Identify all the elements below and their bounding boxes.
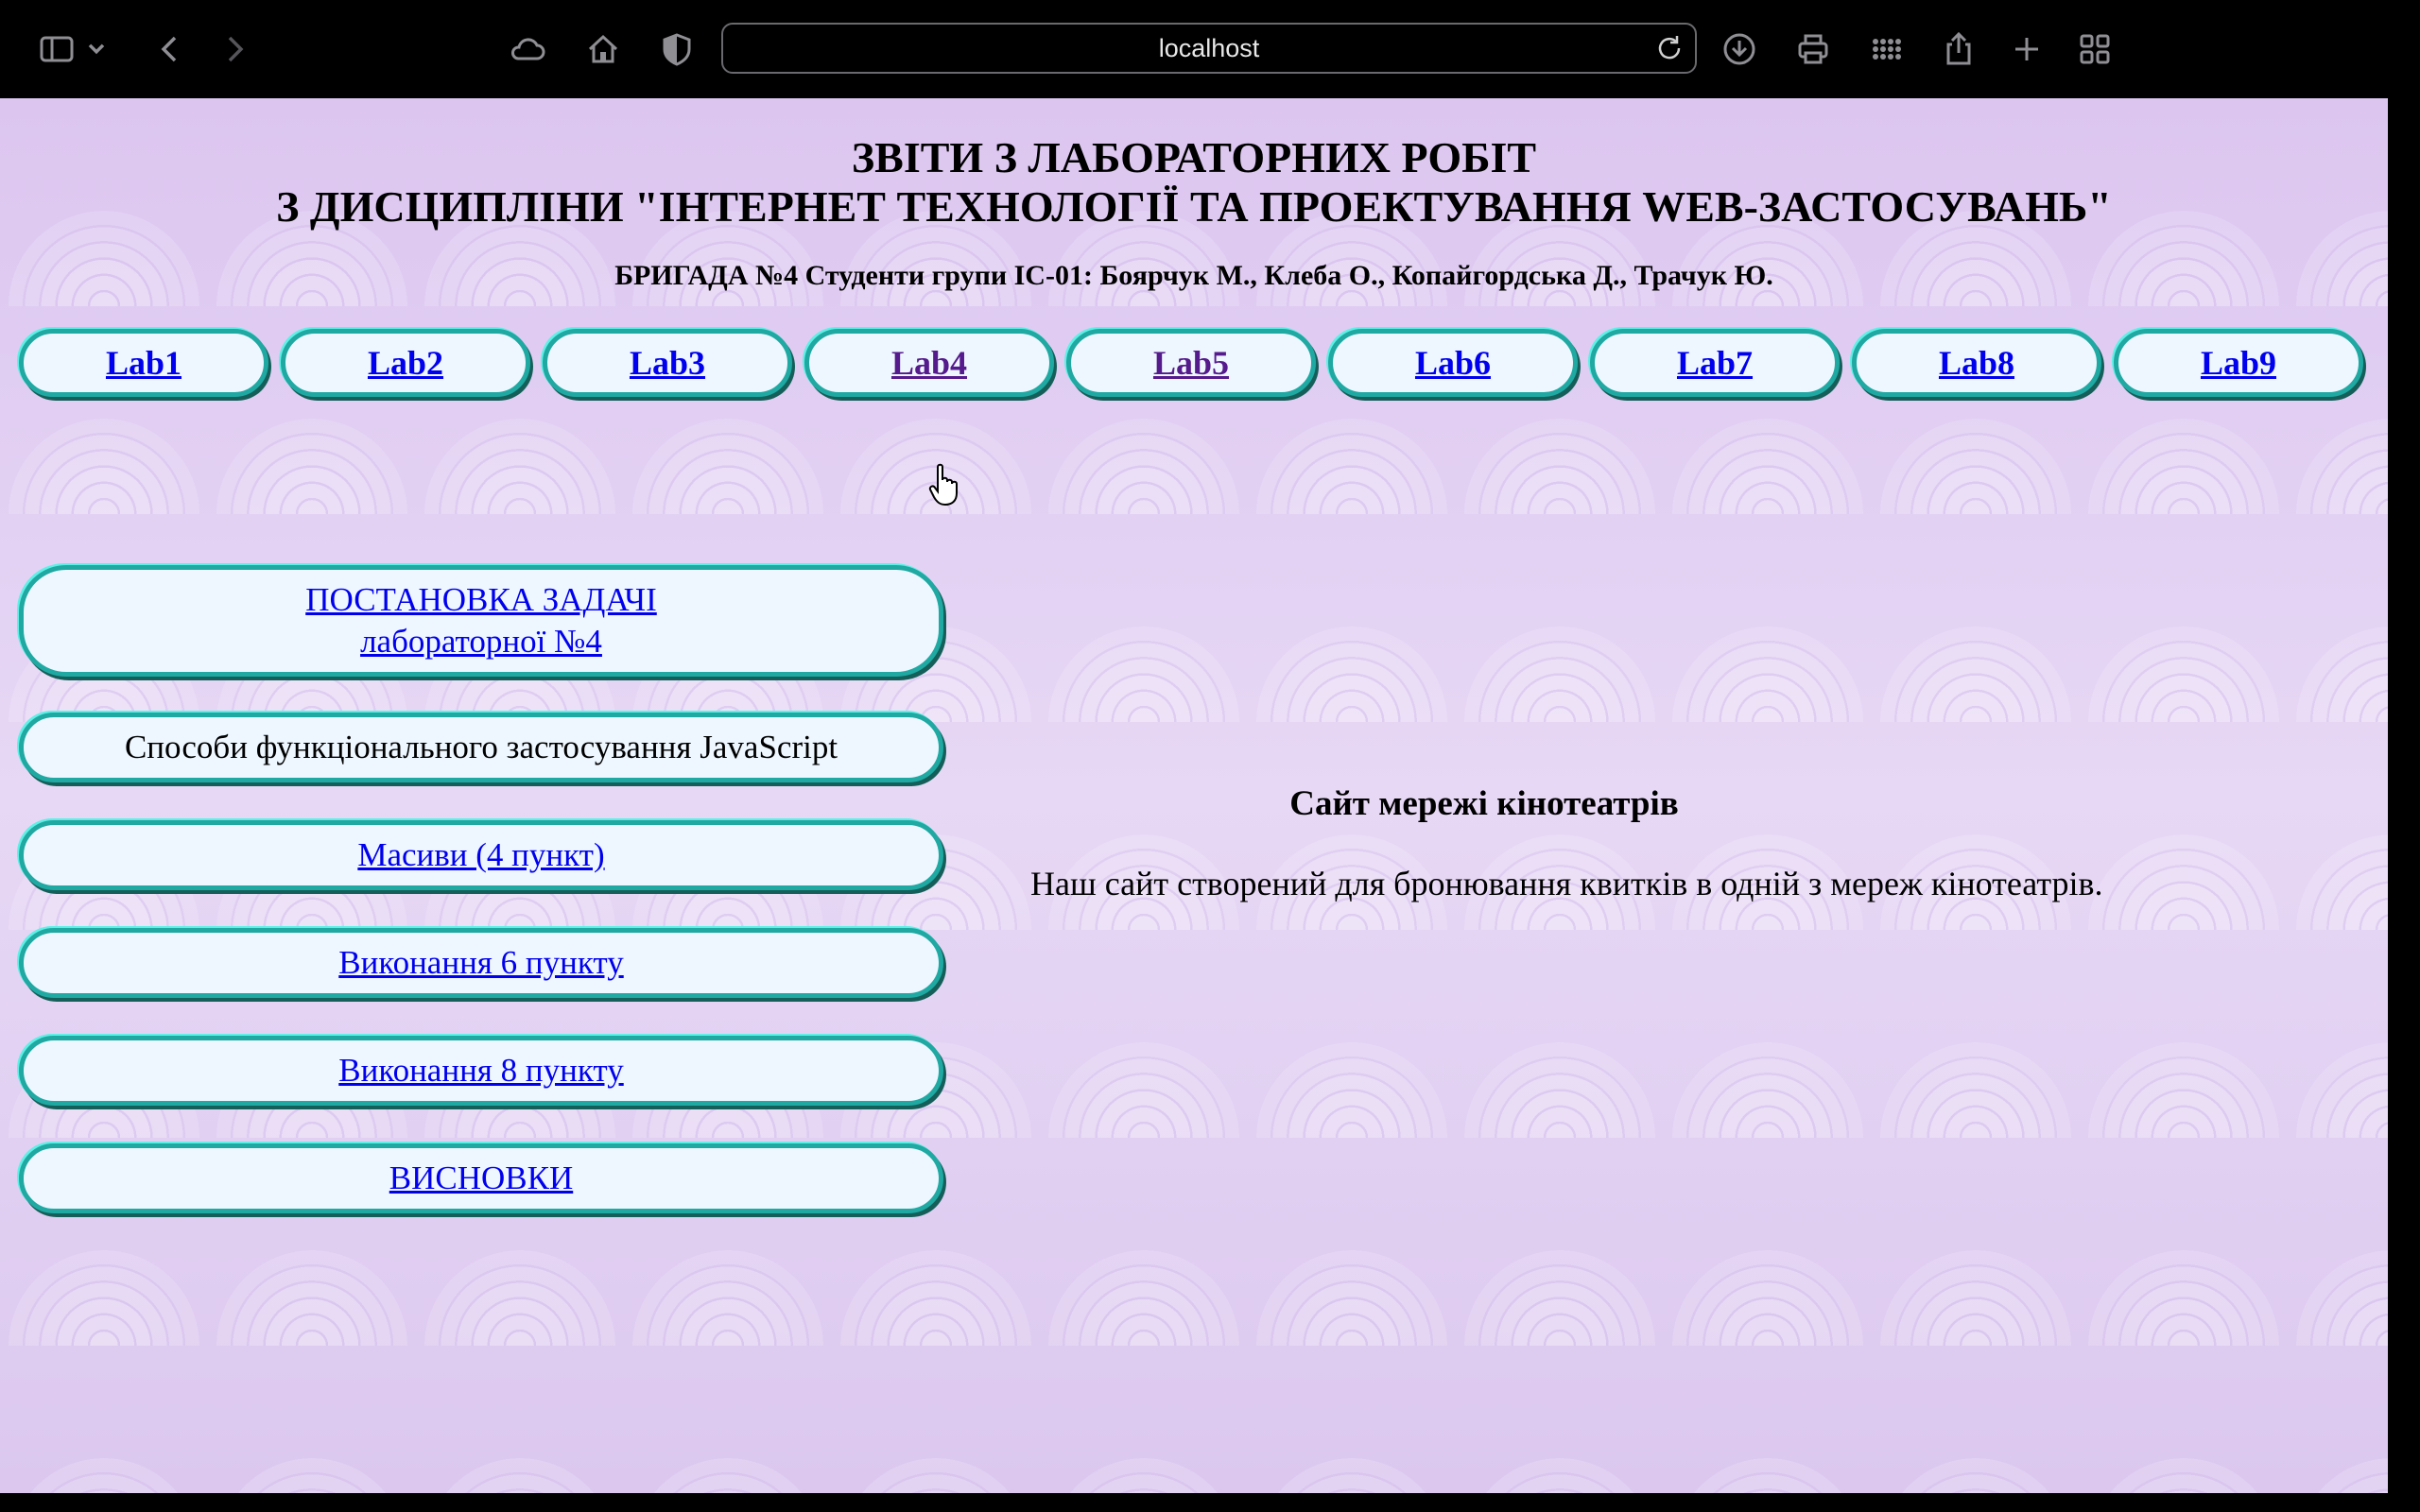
address-bar[interactable]: localhost	[721, 23, 1697, 74]
lab-link-2[interactable]: Lab2	[368, 343, 443, 383]
cloud-icon[interactable]	[505, 26, 550, 72]
forward-icon[interactable]	[212, 26, 257, 72]
lab-button-2[interactable]: Lab2	[281, 329, 530, 397]
reload-icon[interactable]	[1653, 32, 1685, 64]
content-text: Наш сайт створений для бронювання квиткі…	[1030, 865, 2103, 902]
web-page: ЗВІТИ З ЛАБОРАТОРНИХ РОБІТ З ДИСЦИПЛІНИ …	[0, 98, 2388, 1493]
home-icon[interactable]	[580, 26, 626, 72]
task-statement-line2: лабораторної №4	[360, 623, 602, 660]
download-icon[interactable]	[1717, 26, 1762, 72]
lab-link-1[interactable]: Lab1	[106, 343, 182, 383]
privacy-shield-icon[interactable]	[654, 26, 700, 72]
point6-link[interactable]: Виконання 6 пункту	[338, 942, 623, 984]
lab-button-8[interactable]: Lab8	[1852, 329, 2101, 397]
task-statement-button[interactable]: ПОСТАНОВКА ЗАДАЧІ лабораторної №4	[19, 565, 943, 677]
arrays-button[interactable]: Масиви (4 пункт)	[19, 820, 943, 890]
functional-js-label: Способи функціонального застосування Jav…	[124, 729, 838, 765]
hand-cursor-icon	[928, 463, 958, 507]
window-edge	[2388, 98, 2420, 1512]
browser-toolbar: localhost	[0, 0, 2420, 98]
lab-button-1[interactable]: Lab1	[19, 329, 268, 397]
lab-link-5[interactable]: Lab5	[1153, 343, 1229, 383]
task-statement-line1: ПОСТАНОВКА ЗАДАЧІ	[305, 581, 657, 618]
lab-button-7[interactable]: Lab7	[1590, 329, 1840, 397]
lab-button-5[interactable]: Lab5	[1066, 329, 1316, 397]
point8-button[interactable]: Виконання 8 пункту	[19, 1036, 943, 1106]
print-icon[interactable]	[1790, 26, 1836, 72]
conclusions-link[interactable]: ВИСНОВКИ	[389, 1158, 573, 1199]
window-bottom-edge	[0, 1493, 2420, 1512]
content-title: Сайт мережі кінотеатрів	[1289, 784, 1679, 823]
lab-button-4[interactable]: Lab4	[804, 329, 1054, 397]
task-statement-link[interactable]: ПОСТАНОВКА ЗАДАЧІ лабораторної №4	[305, 579, 657, 662]
lab-link-7[interactable]: Lab7	[1677, 343, 1753, 383]
conclusions-button[interactable]: ВИСНОВКИ	[19, 1143, 943, 1213]
lab-button-6[interactable]: Lab6	[1328, 329, 1578, 397]
new-tab-icon[interactable]	[2004, 26, 2049, 72]
page-title-line1: ЗВІТИ З ЛАБОРАТОРНИХ РОБІТ	[851, 133, 1537, 181]
lab-button-9[interactable]: Lab9	[2114, 329, 2363, 397]
brigade-info: БРИГАДА №4 Студенти групи ІС-01: Боярчук…	[614, 260, 1773, 291]
share-icon[interactable]	[1936, 26, 1981, 72]
lab-navigation: Lab1 Lab2 Lab3 Lab4 Lab5 Lab6 Lab7 Lab8 …	[19, 329, 2365, 404]
tab-overview-icon[interactable]	[2072, 26, 2118, 72]
arrays-link[interactable]: Масиви (4 пункт)	[357, 834, 604, 876]
address-text: localhost	[1158, 33, 1260, 62]
extensions-grid-icon[interactable]	[1864, 26, 1910, 72]
lab-link-4[interactable]: Lab4	[891, 343, 967, 383]
point6-button[interactable]: Виконання 6 пункту	[19, 928, 943, 998]
point8-link[interactable]: Виконання 8 пункту	[338, 1050, 623, 1091]
functional-js-item: Способи функціонального застосування Jav…	[19, 713, 943, 782]
lab-link-8[interactable]: Lab8	[1939, 343, 2014, 383]
lab-link-3[interactable]: Lab3	[630, 343, 705, 383]
lab-link-6[interactable]: Lab6	[1415, 343, 1491, 383]
lab-link-9[interactable]: Lab9	[2201, 343, 2276, 383]
sidebar-toggle-icon[interactable]	[34, 26, 79, 72]
chevron-down-icon[interactable]	[83, 26, 110, 72]
lab-button-3[interactable]: Lab3	[543, 329, 792, 397]
back-icon[interactable]	[147, 26, 193, 72]
page-title-line2: З ДИСЦИПЛІНИ "ІНТЕРНЕТ ТЕХНОЛОГІЇ ТА ПРО…	[276, 182, 2112, 231]
